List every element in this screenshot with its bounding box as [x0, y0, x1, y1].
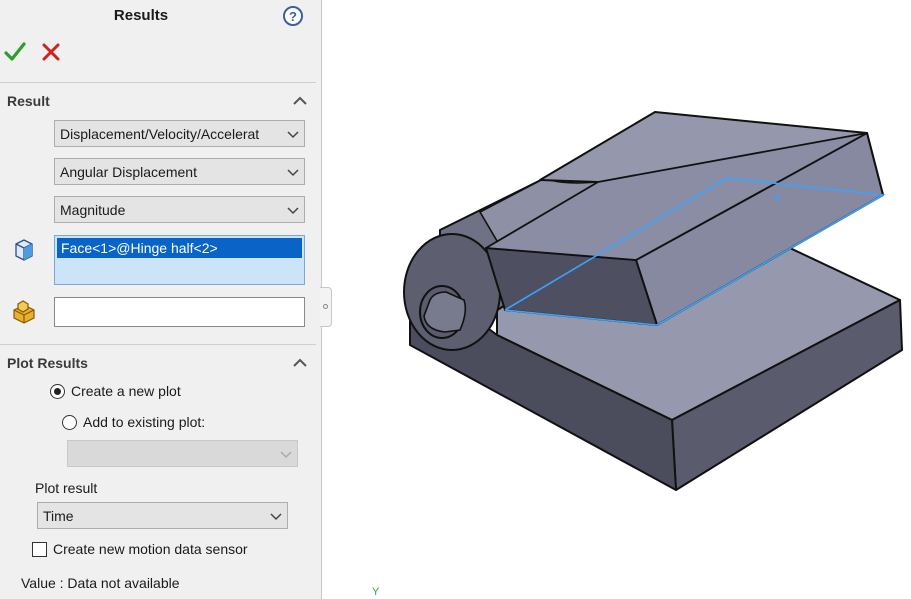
result-subcomponent-select[interactable]: Magnitude [54, 196, 305, 223]
chevron-down-icon [287, 207, 299, 215]
face-selection-icon [15, 239, 33, 261]
create-sensor-label: Create new motion data sensor [53, 541, 248, 557]
graphics-viewport[interactable] [333, 0, 911, 599]
create-sensor-checkbox[interactable]: Create new motion data sensor [32, 541, 248, 557]
plot-result-label: Plot result [35, 480, 98, 496]
divider [0, 344, 316, 345]
result-component-select[interactable]: Angular Displacement [54, 158, 305, 185]
radio-button[interactable] [62, 414, 77, 430]
plot-result-select[interactable]: Time [37, 502, 288, 529]
axis-triad-y-label: Y [372, 586, 380, 598]
radio-button-selected[interactable] [50, 383, 65, 399]
section-heading-plot-results: Plot Results [7, 355, 88, 371]
chevron-up-icon[interactable] [292, 355, 308, 371]
chevron-down-icon [280, 451, 292, 459]
checkmark-icon[interactable] [4, 40, 26, 64]
component-reference-icon [13, 300, 35, 324]
help-icon[interactable]: ? [283, 6, 303, 26]
value-status-text: Value : Data not available [21, 575, 180, 591]
chevron-down-icon [270, 513, 282, 521]
add-to-existing-plot-radio[interactable]: Add to existing plot: [62, 414, 205, 430]
panel-resize-handle[interactable] [320, 287, 332, 327]
result-component-value: Angular Displacement [60, 163, 197, 180]
close-icon[interactable] [40, 40, 62, 64]
existing-plot-select[interactable] [67, 440, 298, 467]
face-selection-list[interactable]: Face<1>@Hinge half<2> [54, 235, 305, 285]
result-category-select[interactable]: Displacement/Velocity/Accelerat [54, 120, 305, 147]
section-heading-result: Result [7, 93, 50, 109]
chevron-down-icon [287, 131, 299, 139]
create-new-plot-radio[interactable]: Create a new plot [50, 383, 181, 399]
chevron-down-icon [287, 169, 299, 177]
selected-face-item[interactable]: Face<1>@Hinge half<2> [57, 238, 302, 258]
chevron-up-icon[interactable] [292, 93, 308, 109]
result-subcomponent-value: Magnitude [60, 201, 126, 218]
reference-selection-field[interactable] [54, 297, 305, 327]
plot-result-value: Time [43, 507, 74, 524]
divider [0, 82, 316, 83]
add-to-existing-plot-label: Add to existing plot: [83, 414, 206, 430]
create-new-plot-label: Create a new plot [71, 383, 181, 399]
result-category-value: Displacement/Velocity/Accelerat [60, 125, 260, 142]
checkbox[interactable] [32, 541, 47, 557]
panel-title: Results [113, 7, 169, 24]
property-manager: Results ? Result Displacement/Velocity/A… [0, 0, 322, 599]
